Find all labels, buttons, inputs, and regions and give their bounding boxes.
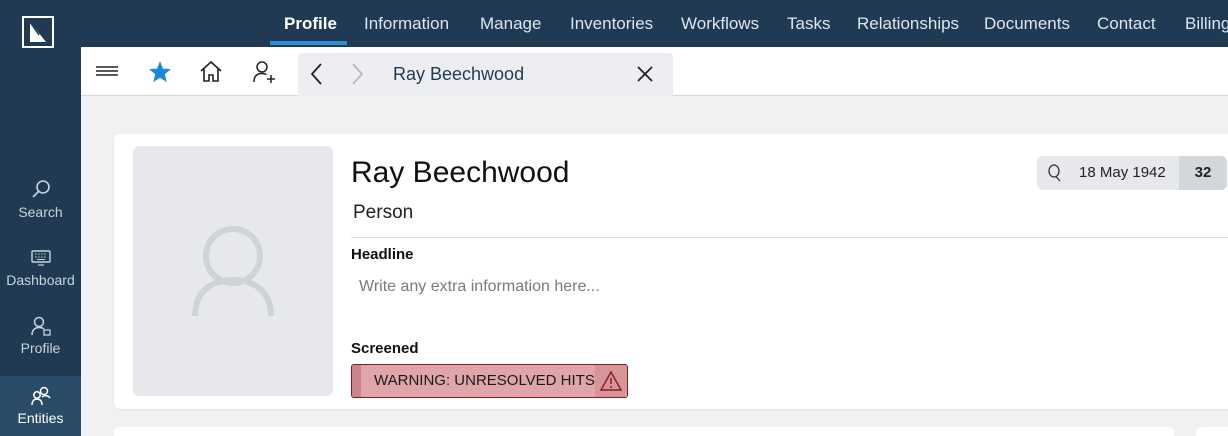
tab-contact[interactable]: Contact bbox=[1097, 0, 1156, 47]
age-value: 32 bbox=[1179, 156, 1227, 190]
warning-text: WARNING: UNRESOLVED HITS bbox=[374, 372, 595, 389]
document-tab[interactable]: Ray Beechwood bbox=[298, 53, 673, 96]
secondary-card bbox=[114, 427, 1174, 436]
logo-icon bbox=[29, 21, 46, 42]
date-of-birth-chip: 18 May 1942 32 bbox=[1037, 156, 1227, 190]
side-card bbox=[1196, 427, 1228, 436]
forward-arrow-icon[interactable] bbox=[346, 62, 368, 86]
warning-icon-box bbox=[595, 365, 627, 397]
toolbar: Ray Beechwood bbox=[81, 47, 1228, 96]
tab-tasks[interactable]: Tasks bbox=[787, 0, 830, 47]
screening-warning-badge[interactable]: WARNING: UNRESOLVED HITS bbox=[351, 364, 628, 398]
tab-documents[interactable]: Documents bbox=[984, 0, 1070, 47]
tab-information[interactable]: Information bbox=[364, 0, 449, 47]
tab-inventories[interactable]: Inventories bbox=[570, 0, 653, 47]
tab-relationships[interactable]: Relationships bbox=[857, 0, 959, 47]
rail-item-search[interactable]: Search bbox=[0, 178, 81, 238]
date-of-birth: 18 May 1942 bbox=[1079, 164, 1166, 181]
keyboard-icon bbox=[30, 250, 51, 266]
entity-name: Ray Beechwood bbox=[351, 156, 570, 189]
warning-accent bbox=[352, 365, 361, 397]
rail-item-label: Search bbox=[18, 204, 63, 220]
top-nav: Profile Information Manage Inventories W… bbox=[81, 0, 1228, 47]
tab-workflows[interactable]: Workflows bbox=[681, 0, 759, 47]
menu-icon[interactable] bbox=[94, 59, 120, 85]
search-icon bbox=[31, 180, 50, 198]
app-logo[interactable] bbox=[22, 16, 54, 48]
warning-triangle-icon bbox=[600, 370, 622, 391]
star-icon[interactable] bbox=[147, 59, 173, 85]
document-tab-title: Ray Beechwood bbox=[393, 64, 525, 84]
profile-icon bbox=[30, 316, 51, 336]
rail-item-label: Dashboard bbox=[6, 272, 75, 288]
headline-label: Headline bbox=[351, 246, 414, 263]
entities-icon bbox=[30, 386, 51, 406]
person-placeholder-icon bbox=[192, 226, 274, 317]
screened-label: Screened bbox=[351, 340, 419, 357]
close-icon[interactable] bbox=[634, 63, 656, 85]
tab-manage[interactable]: Manage bbox=[480, 0, 541, 47]
profile-card: Ray Beechwood Person 18 May 1942 32 Head… bbox=[114, 134, 1228, 409]
tab-profile[interactable]: Profile bbox=[270, 0, 347, 47]
avatar[interactable] bbox=[133, 146, 333, 396]
tab-billing[interactable]: Billing bbox=[1185, 0, 1228, 47]
headline-input[interactable] bbox=[351, 270, 1051, 304]
back-arrow-icon[interactable] bbox=[306, 62, 328, 86]
left-rail: Search Dashboard Profile Entities bbox=[0, 0, 81, 436]
home-icon[interactable] bbox=[198, 59, 224, 85]
divider bbox=[351, 237, 1228, 238]
add-person-icon[interactable] bbox=[251, 59, 277, 85]
balloon-icon bbox=[1048, 164, 1061, 182]
rail-item-label: Profile bbox=[20, 340, 61, 356]
rail-item-label: Entities bbox=[17, 410, 64, 426]
rail-item-entities[interactable]: Entities bbox=[0, 376, 81, 436]
entity-type: Person bbox=[353, 202, 414, 223]
rail-item-dashboard[interactable]: Dashboard bbox=[0, 246, 81, 306]
rail-item-profile[interactable]: Profile bbox=[0, 314, 81, 374]
